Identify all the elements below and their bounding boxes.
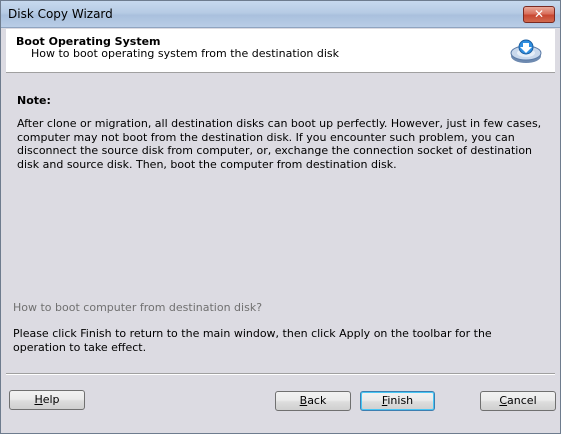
finish-label: inish [387, 394, 414, 407]
cancel-label: ancel [507, 394, 537, 407]
note-text: After clone or migration, all destinatio… [17, 117, 542, 171]
back-button[interactable]: Back [275, 391, 351, 411]
help-label: elp [42, 393, 60, 406]
close-button[interactable]: ✕ [523, 6, 555, 23]
answer-text: Please click Finish to return to the mai… [13, 327, 492, 354]
title-bar: Disk Copy Wizard ✕ [1, 1, 560, 28]
help-button[interactable]: Help [9, 390, 85, 410]
disk-download-icon [510, 39, 542, 63]
cancel-button[interactable]: Cancel [480, 391, 556, 411]
finish-button[interactable]: Finish [360, 391, 435, 411]
footer-divider [6, 373, 555, 375]
cancel-mnemonic: C [499, 394, 508, 407]
wizard-header: Boot Operating System How to boot operat… [6, 29, 555, 73]
page-subtitle: How to boot operating system from the de… [31, 47, 340, 60]
window-title: Disk Copy Wizard [8, 7, 113, 21]
disk-copy-wizard-window: Disk Copy Wizard ✕ Boot Operating System… [0, 0, 561, 434]
question-text: How to boot computer from destination di… [13, 301, 263, 314]
note-label: Note: [17, 94, 51, 107]
wizard-content: Note: After clone or migration, all dest… [6, 74, 555, 362]
back-label: ack [307, 394, 327, 407]
help-mnemonic: H [34, 393, 43, 406]
